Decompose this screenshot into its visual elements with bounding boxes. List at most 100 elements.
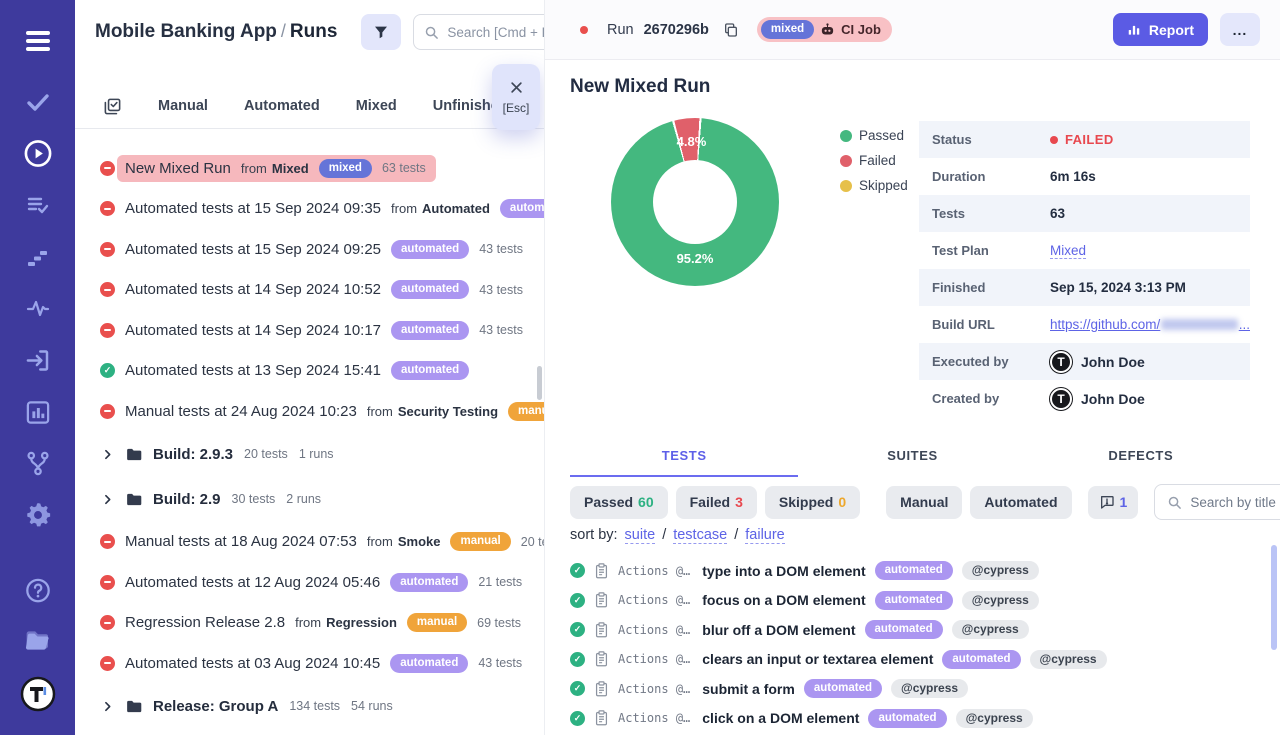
run-group-item[interactable]: Build: 2.9 30 tests 2 runs	[75, 477, 544, 522]
run-list-item[interactable]: Manual tests at 18 Aug 2024 07:53 fromSm…	[75, 522, 544, 563]
test-list-item[interactable]: Actions @… blur off a DOM element automa…	[570, 615, 1280, 645]
search-icon	[424, 25, 439, 40]
run-list-item[interactable]: Automated tests at 15 Sep 2024 09:25 aut…	[75, 229, 544, 270]
tab-suites[interactable]: SUITES	[798, 440, 1026, 477]
passed-status-icon	[570, 711, 585, 726]
filter-button[interactable]	[361, 14, 401, 50]
run-list-item[interactable]: Automated tests at 14 Sep 2024 10:52 aut…	[75, 270, 544, 311]
automated-badge: automated	[865, 620, 943, 639]
from-label: from	[295, 615, 321, 630]
run-list-item[interactable]: Regression Release 2.8 fromRegression ma…	[75, 603, 544, 644]
suite-path: @…	[676, 623, 690, 637]
run-list-item[interactable]: Manual tests at 24 Aug 2024 10:23 fromSe…	[75, 391, 544, 432]
test-plan-link[interactable]: Mixed	[1050, 243, 1086, 259]
run-type-badge: automated	[391, 361, 469, 380]
sort-failure-link[interactable]: failure	[745, 527, 785, 544]
more-options-button[interactable]: ...	[1220, 13, 1260, 46]
test-list-item[interactable]: Actions @… focus on a DOM element automa…	[570, 586, 1280, 616]
legend-item[interactable]: Skipped	[840, 178, 908, 193]
tests-check-icon[interactable]	[24, 90, 52, 114]
pulse-activity-icon[interactable]	[24, 296, 52, 320]
menu-icon[interactable]	[23, 28, 53, 54]
copy-run-id-button[interactable]	[721, 20, 741, 40]
help-icon[interactable]	[24, 577, 51, 604]
test-list: Actions @… type into a DOM element autom…	[570, 556, 1280, 733]
bar-chart-icon	[1127, 23, 1141, 37]
tests-count: 20 tests	[244, 447, 288, 461]
report-button[interactable]: Report	[1113, 13, 1208, 46]
report-label: Report	[1149, 22, 1194, 38]
tab-mixed[interactable]: Mixed	[356, 98, 397, 114]
comments-filter-button[interactable]: 1	[1088, 486, 1139, 519]
run-group-item[interactable]: Release: Group A 134 tests 54 runs	[75, 684, 544, 729]
select-all-icon[interactable]	[103, 97, 122, 116]
run-item-title: New Mixed Run	[125, 160, 231, 177]
test-title: submit a form	[702, 681, 795, 697]
filter-failed-button[interactable]: Failed3	[676, 486, 757, 519]
projects-folder-icon[interactable]	[23, 628, 52, 653]
steps-icon[interactable]	[25, 245, 51, 269]
sort-suite-link[interactable]: suite	[625, 527, 656, 544]
tag-badge: @cypress	[891, 679, 968, 698]
breadcrumb-project[interactable]: Mobile Banking App	[95, 21, 277, 43]
test-search-input[interactable]	[1190, 495, 1280, 510]
run-list-item[interactable]: Automated tests at 14 Sep 2024 10:17 aut…	[75, 310, 544, 351]
run-list-item[interactable]: Automated tests at 13 Sep 2024 15:41 aut…	[75, 351, 544, 392]
filter-passed-button[interactable]: Passed60	[570, 486, 668, 519]
detail-row: Finished Sep 15, 2024 3:13 PM	[919, 269, 1250, 306]
failed-status-icon	[100, 323, 115, 338]
test-list-item[interactable]: Actions @… type into a DOM element autom…	[570, 556, 1280, 586]
tag-badge: @cypress	[962, 561, 1039, 580]
sort-testcase-link[interactable]: testcase	[673, 527, 727, 544]
test-list-item[interactable]: Actions @… click on a DOM element automa…	[570, 704, 1280, 734]
tab-automated[interactable]: Automated	[244, 98, 320, 114]
settings-gear-icon[interactable]	[24, 501, 52, 529]
analytics-icon[interactable]	[24, 399, 51, 426]
branch-icon[interactable]	[24, 450, 51, 477]
automated-badge: automated	[875, 561, 953, 580]
tab-manual[interactable]: Manual	[158, 98, 208, 114]
run-group-item[interactable]: Build: 2.9.3 20 tests 1 runs	[75, 432, 544, 477]
passed-status-icon	[570, 652, 585, 667]
filter-automated-button[interactable]: Automated	[970, 486, 1071, 519]
automated-badge: automated	[942, 650, 1020, 669]
tests-count: 134 tests	[289, 699, 340, 713]
suite-name: Actions	[618, 593, 669, 607]
legend-item[interactable]: Failed	[840, 153, 908, 168]
filter-manual-button[interactable]: Manual	[886, 486, 962, 519]
ci-job-badge[interactable]: mixed CI Job	[757, 17, 892, 42]
sort-separator: /	[734, 527, 738, 543]
left-scrollbar-thumb[interactable]	[537, 366, 542, 400]
run-list-item[interactable]: Automated tests at 15 Sep 2024 09:35 fro…	[75, 189, 544, 230]
run-item-title: Manual tests at 18 Aug 2024 07:53	[125, 533, 357, 550]
chevron-right-icon	[101, 700, 114, 713]
run-type-badge: automated	[390, 654, 468, 673]
testomat-logo[interactable]	[20, 676, 56, 712]
test-list-item[interactable]: Actions @… clears an input or textarea e…	[570, 645, 1280, 675]
test-list-item[interactable]: Actions @… submit a form automated @cypr…	[570, 674, 1280, 704]
build-url-link[interactable]: https://github.com/...	[1050, 317, 1250, 332]
filter-skipped-button[interactable]: Skipped0	[765, 486, 860, 519]
runs-play-icon[interactable]	[23, 139, 52, 168]
page-title: Runs	[290, 21, 338, 43]
right-scrollbar-thumb[interactable]	[1271, 545, 1277, 650]
runs-count: 2 runs	[286, 492, 321, 506]
run-list-item[interactable]: Automated tests at 12 Aug 2024 05:46 aut…	[75, 562, 544, 603]
legend-item[interactable]: Passed	[840, 128, 908, 143]
detail-label: Status	[932, 132, 1050, 147]
runs-search-input[interactable]	[447, 25, 545, 40]
tab-defects[interactable]: DEFECTS	[1027, 440, 1255, 477]
detail-row: Status FAILED	[919, 121, 1250, 158]
failed-status-icon	[100, 615, 115, 630]
test-plans-icon[interactable]	[24, 193, 52, 217]
import-icon[interactable]	[24, 347, 51, 374]
run-type-badge: manual	[508, 402, 545, 421]
automated-badge: automated	[868, 709, 946, 728]
run-list-item[interactable]: Automated tests at 03 Aug 2024 10:45 aut…	[75, 643, 544, 684]
passed-status-icon	[100, 363, 115, 378]
tests-count: 20 tests	[521, 535, 545, 549]
esc-close-button[interactable]: [Esc]	[492, 64, 540, 130]
tab-tests[interactable]: TESTS	[570, 440, 798, 477]
url-text: https://github.com/	[1050, 317, 1160, 332]
run-list-item[interactable]: New Mixed Run fromMixed mixed 63 tests	[75, 148, 544, 189]
